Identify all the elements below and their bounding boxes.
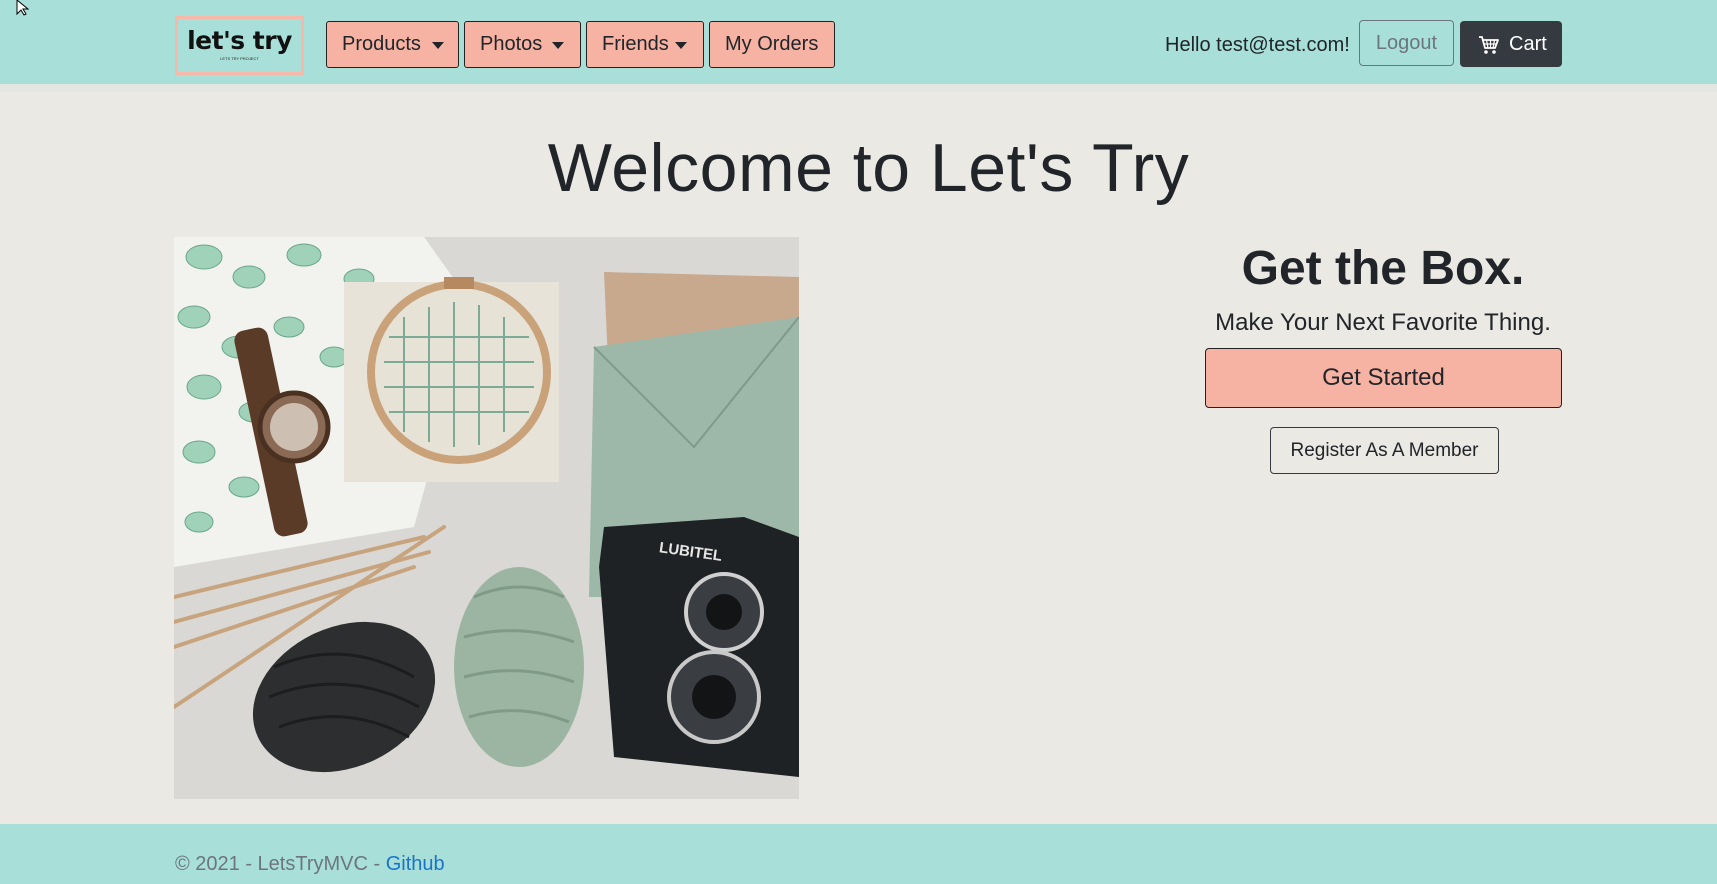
cta-subtitle: Make Your Next Favorite Thing. (1215, 309, 1551, 336)
nav-friends-dropdown[interactable]: Friends (586, 21, 704, 68)
page-title: Welcome to Let's Try (547, 130, 1190, 206)
cart-icon (1479, 36, 1499, 54)
hero-image-illustration: LUBITEL (174, 237, 799, 799)
nav-friends-label: Friends (602, 33, 669, 55)
nav-my-orders-label: My Orders (725, 33, 819, 55)
footer: © 2021 - LetsTryMVC - Github (0, 824, 1717, 884)
logo-text: let's try (187, 26, 292, 55)
nav-photos-label: Photos (480, 33, 543, 55)
nav-my-orders-link[interactable]: My Orders (709, 21, 835, 68)
cart-label: Cart (1509, 33, 1547, 55)
lubitel-camera: LUBITEL (599, 517, 799, 777)
get-started-button[interactable]: Get Started (1205, 348, 1562, 408)
nav-photos-dropdown[interactable]: Photos (464, 21, 581, 68)
green-yarn (454, 567, 584, 767)
github-link[interactable]: Github (386, 853, 445, 875)
caret-down-icon (675, 42, 687, 49)
hero-image: LUBITEL (174, 237, 799, 799)
caret-down-icon (552, 42, 564, 49)
footer-copyright: © 2021 - LetsTryMVC - (175, 853, 386, 875)
nav-products-label: Products (342, 33, 421, 55)
embroidery-hoop (344, 277, 559, 482)
cta-title: Get the Box. (1241, 242, 1525, 295)
navbar: let's try LETS TRY PROJECT Products Phot… (0, 0, 1717, 92)
footer-text: © 2021 - LetsTryMVC - Github (175, 852, 445, 876)
logout-button[interactable]: Logout (1359, 20, 1454, 66)
logo-subtext: LETS TRY PROJECT (220, 56, 259, 61)
user-greeting: Hello test@test.com! (1165, 34, 1350, 56)
register-member-button[interactable]: Register As A Member (1270, 427, 1499, 474)
cart-button[interactable]: Cart (1460, 21, 1562, 67)
logo[interactable]: let's try LETS TRY PROJECT (175, 16, 304, 75)
caret-down-icon (432, 42, 444, 49)
mouse-pointer-icon (16, 0, 30, 16)
nav-products-dropdown[interactable]: Products (326, 21, 459, 68)
